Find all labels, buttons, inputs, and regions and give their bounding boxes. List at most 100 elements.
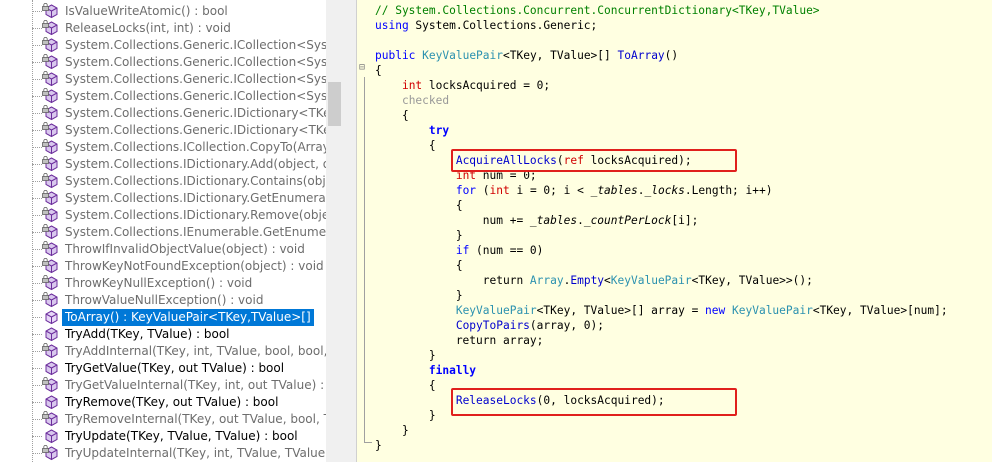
tree-item[interactable]: IsValueWriteAtomic() : bool <box>0 3 343 20</box>
code-line[interactable]: { <box>375 108 409 123</box>
tree-item-label: TryGetValue(TKey, out TValue) : bool <box>65 361 285 375</box>
code-line[interactable]: KeyValuePair<TKey, TValue>[] array = new… <box>375 303 948 318</box>
tree-item[interactable]: System.Collections.IDictionary.GetEnumer… <box>0 190 343 207</box>
tree-connector <box>32 96 42 97</box>
code-line[interactable]: checked <box>375 93 449 108</box>
tree-item[interactable]: ThrowKeyNotFoundException(object) : void <box>0 258 343 275</box>
member-tree[interactable]: IsValueWriteAtomic() : bool ReleaseLocks(… <box>0 0 343 462</box>
code-line[interactable]: } <box>375 228 463 243</box>
tree-connector <box>32 28 42 29</box>
tree-item[interactable]: System.Collections.Generic.ICollection<S… <box>0 71 343 88</box>
tree-item-label: System.Collections.Generic.IDictionary<T… <box>65 106 342 120</box>
code-line[interactable]: return array; <box>375 333 544 348</box>
code-token: [i]; <box>671 214 699 227</box>
code-token: checked <box>401 94 450 107</box>
tree-item[interactable]: System.Collections.Generic.IDictionary<T… <box>0 122 343 139</box>
code-token: KeyValuePair <box>732 304 813 317</box>
pane-splitter[interactable] <box>343 0 356 462</box>
fold-collapse-icon[interactable]: ⊟ <box>359 62 365 73</box>
code-token: } <box>375 349 436 362</box>
tree-item-label: System.Collections.IEnumerable.GetEnumer… <box>65 225 343 239</box>
tree-item[interactable]: ThrowKeyNullException() : void <box>0 275 343 292</box>
code-token: . <box>577 214 584 227</box>
code-line[interactable]: { <box>375 198 463 213</box>
code-line[interactable]: } <box>375 438 382 453</box>
method-icon <box>42 258 59 274</box>
code-line[interactable]: } <box>375 408 436 423</box>
tree-item[interactable]: System.Collections.Generic.ICollection<S… <box>0 88 343 105</box>
code-line[interactable]: } <box>375 348 436 363</box>
code-line[interactable]: return Array.Empty<KeyValuePair<TKey, TV… <box>375 273 813 288</box>
method-icon <box>44 429 59 444</box>
tree-item[interactable]: TryAdd(TKey, TValue) : bool <box>0 326 343 343</box>
tree-item[interactable]: System.Collections.IDictionary.Add(objec… <box>0 156 343 173</box>
tree-item[interactable]: System.Collections.IEnumerable.GetEnumer… <box>0 224 343 241</box>
tree-item[interactable]: System.Collections.ICollection.CopyTo(Ar… <box>0 139 343 156</box>
tree-item[interactable]: ThrowIfInvalidObjectValue(object) : void <box>0 241 343 258</box>
code-line[interactable]: CopyToPairs(array, 0); <box>375 318 604 333</box>
tree-connector <box>32 181 42 182</box>
code-line[interactable]: finally <box>375 363 476 378</box>
tree-item[interactable]: TryUpdateInternal(TKey, int, TValue, TVa… <box>0 445 343 462</box>
tree-item[interactable]: TryRemove(TKey, out TValue) : bool <box>0 394 343 411</box>
tree-item[interactable]: System.Collections.Generic.IDictionary<T… <box>0 105 343 122</box>
code-token: for <box>455 184 477 197</box>
tree-item-label: TryGetValueInternal(TKey, int, out TValu… <box>65 378 336 392</box>
tree-item[interactable]: System.Collections.IDictionary.Contains(… <box>0 173 343 190</box>
code-token: // System.Collections.Concurrent.Concurr… <box>375 4 820 17</box>
method-icon <box>42 275 59 291</box>
method-icon <box>44 327 59 342</box>
tree-item[interactable]: TryAddInternal(TKey, int, TValue, bool, … <box>0 343 343 360</box>
method-icon <box>44 310 59 325</box>
tree-item[interactable]: ToArray() : KeyValuePair<TKey,TValue>[] <box>0 309 343 326</box>
tree-scrollbar[interactable] <box>326 0 343 462</box>
code-token: System.Collections.Generic; <box>408 19 598 32</box>
code-line[interactable]: { <box>375 378 436 393</box>
code-line[interactable]: // System.Collections.Concurrent.Concurr… <box>375 3 820 18</box>
tree-item[interactable]: TryRemoveInternal(TKey, out TValue, bool… <box>0 411 343 428</box>
tree-item[interactable]: TryGetValueInternal(TKey, int, out TValu… <box>0 377 343 394</box>
tree-item[interactable]: System.Collections.IDictionary.Remove(ob… <box>0 207 343 224</box>
code-line[interactable]: num += _tables._countPerLock[i]; <box>375 213 699 228</box>
code-line[interactable]: public KeyValuePair<TKey, TValue>[] ToAr… <box>375 48 678 63</box>
method-icon <box>42 224 59 240</box>
tree-item[interactable]: TryGetValue(TKey, out TValue) : bool <box>0 360 343 377</box>
code-line[interactable]: for (int i = 0; i < _tables._locks.Lengt… <box>375 183 773 198</box>
tree-item-label-selected: ToArray() : KeyValuePair<TKey,TValue>[] <box>62 309 314 326</box>
method-icon <box>42 3 59 19</box>
code-line[interactable]: } <box>375 423 409 438</box>
code-token: < <box>604 274 611 287</box>
tree-item[interactable]: System.Collections.Generic.ICollection<S… <box>0 37 343 54</box>
code-viewer[interactable]: ⊟ // System.Collections.Concurrent.Concu… <box>356 0 992 462</box>
fold-guide-end <box>364 442 372 443</box>
code-line[interactable]: { <box>375 138 436 153</box>
tree-connector <box>32 45 42 46</box>
tree-connector <box>32 249 42 250</box>
code-line[interactable]: { <box>375 258 463 273</box>
tree-item-label: ThrowValueNullException() : void <box>65 293 264 307</box>
tree-item[interactable]: ReleaseLocks(int, int) : void <box>0 20 343 37</box>
tree-item[interactable]: TryUpdate(TKey, TValue, TValue) : bool <box>0 428 343 445</box>
tree-item-label: ThrowKeyNullException() : void <box>65 276 253 290</box>
code-line[interactable]: try <box>375 123 449 138</box>
scrollbar-thumb[interactable] <box>328 82 341 126</box>
code-token: if <box>455 244 470 257</box>
code-line[interactable]: int locksAcquired = 0; <box>375 78 550 93</box>
tree-item[interactable]: ThrowValueNullException() : void <box>0 292 343 309</box>
code-line[interactable]: { <box>375 63 382 78</box>
tree-item[interactable]: System.Collections.Generic.ICollection<S… <box>0 54 343 71</box>
tree-item-label: System.Collections.Generic.ICollection<S… <box>65 72 343 86</box>
code-line[interactable]: } <box>375 288 463 303</box>
code-line[interactable]: if (num == 0) <box>375 243 544 258</box>
code-token: (num == 0) <box>469 244 544 257</box>
code-token: <TKey, TValue>[] <box>503 49 618 62</box>
code-token: public <box>375 49 416 62</box>
tree-connector <box>32 334 42 335</box>
code-token: <TKey, TValue>[] array = <box>536 304 706 317</box>
code-line[interactable]: using System.Collections.Generic; <box>375 18 597 33</box>
code-token: { <box>375 139 436 152</box>
method-icon <box>42 105 59 121</box>
code-token: { <box>375 199 463 212</box>
